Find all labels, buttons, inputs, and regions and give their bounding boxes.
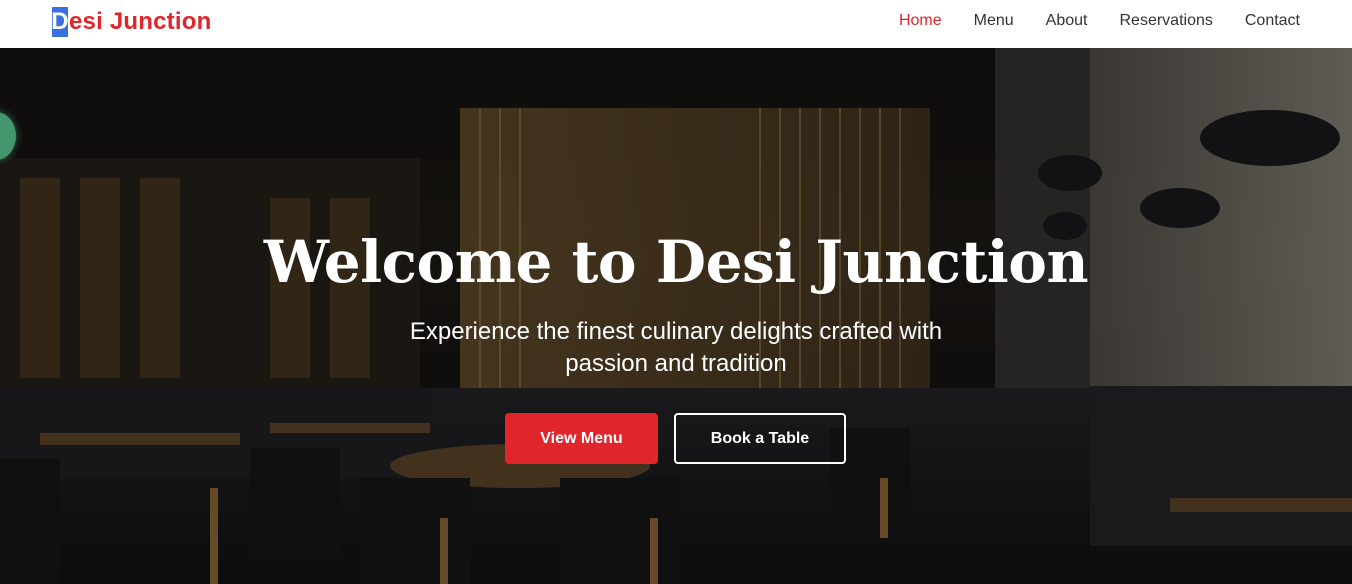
brand-name: esi Junction [69, 8, 212, 35]
nav-contact[interactable]: Contact [1245, 12, 1300, 30]
hero-title: Welcome to Desi Junction [263, 228, 1089, 296]
brand-logo[interactable]: Desi Junction [51, 7, 212, 37]
main-nav: Home Menu About Reservations Contact [899, 0, 1300, 42]
nav-reservations[interactable]: Reservations [1119, 12, 1212, 30]
hero-subtitle: Experience the finest culinary delights … [409, 318, 943, 377]
hero-section: Welcome to Desi Junction Experience the … [0, 48, 1352, 584]
nav-menu[interactable]: Menu [974, 12, 1014, 30]
nav-home[interactable]: Home [899, 12, 942, 30]
book-table-button[interactable]: Book a Table [674, 413, 846, 464]
brand-first-letter: D [51, 7, 69, 37]
view-menu-button[interactable]: View Menu [505, 413, 658, 464]
site-header: Desi Junction Home Menu About Reservatio… [0, 0, 1352, 48]
nav-about[interactable]: About [1046, 12, 1088, 30]
